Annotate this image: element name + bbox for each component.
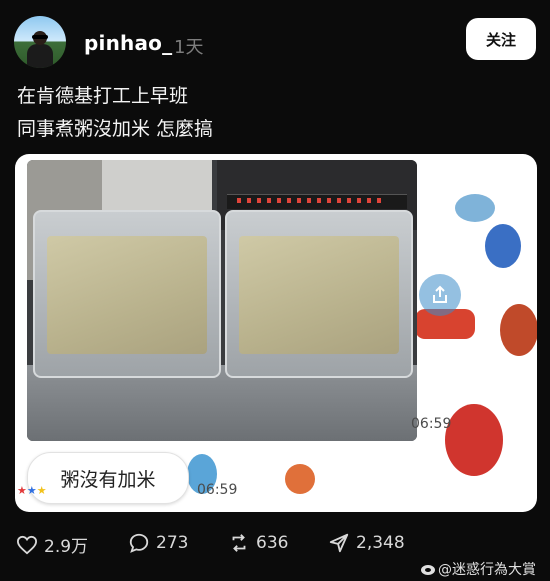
message-timestamp: 06:59 <box>197 482 238 498</box>
send-icon <box>329 533 349 553</box>
share-icon[interactable] <box>419 274 461 316</box>
star-sticker-icon: ★★★ <box>17 484 47 497</box>
watermark-text: @迷惑行為大賞 <box>438 562 536 578</box>
weibo-icon <box>421 565 435 575</box>
video-timestamp: 06:59 <box>411 416 452 432</box>
steam-tray-left <box>33 210 221 378</box>
chat-bubble: 粥沒有加米 <box>27 452 189 504</box>
post-time: 1天 <box>174 37 204 58</box>
comment-button[interactable]: 273 <box>128 532 188 554</box>
follow-button[interactable]: 关注 <box>466 18 536 60</box>
cartoon-decoration <box>445 404 503 476</box>
watermark: @迷惑行為大賞 <box>420 559 536 579</box>
post-caption: 在肯德基打工上早班 同事煮粥沒加米 怎麼搞 <box>17 80 213 146</box>
cartoon-decoration <box>285 464 315 494</box>
like-count: 2.9万 <box>44 537 89 557</box>
repost-count: 636 <box>256 533 289 553</box>
share-count: 2,348 <box>356 533 405 553</box>
repost-icon <box>232 534 246 552</box>
repost-button[interactable]: 636 <box>228 532 288 554</box>
cartoon-decoration <box>485 224 521 268</box>
post-header: pinhao_ 1天 关注 <box>14 14 536 70</box>
cartoon-decoration <box>455 194 495 222</box>
steam-tray-right <box>225 210 413 378</box>
like-button[interactable]: 2.9万 <box>16 532 88 557</box>
avatar[interactable] <box>14 16 66 68</box>
comment-icon <box>129 533 149 553</box>
caption-line-1: 在肯德基打工上早班 <box>17 85 189 107</box>
cartoon-decoration <box>500 304 537 356</box>
username[interactable]: pinhao_ <box>84 31 172 55</box>
post-media[interactable]: 06:59 粥沒有加米 ★★★ 06:59 <box>15 154 537 512</box>
send-button[interactable]: 2,348 <box>328 532 405 554</box>
post-actions: 2.9万 273 636 2,348 <box>16 532 536 562</box>
caption-line-2: 同事煮粥沒加米 怎麼搞 <box>17 118 214 140</box>
video-frame[interactable] <box>27 160 417 441</box>
comment-count: 273 <box>156 533 189 553</box>
heart-icon <box>16 535 38 554</box>
